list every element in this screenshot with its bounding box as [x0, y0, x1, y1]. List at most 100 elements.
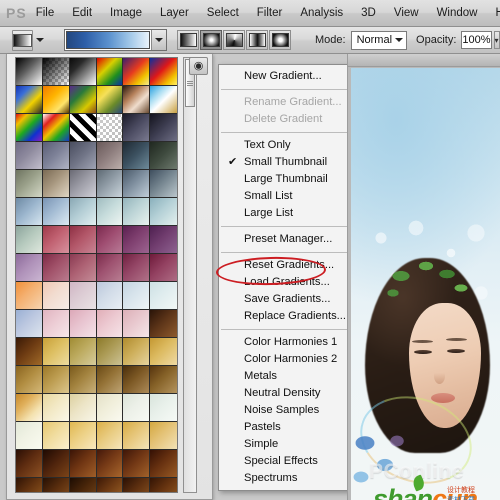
gradient-swatch[interactable]: [150, 478, 177, 492]
gradient-swatch[interactable]: [69, 86, 97, 114]
gradient-swatch[interactable]: [123, 254, 151, 282]
gradient-swatch[interactable]: [42, 366, 70, 394]
gradient-swatch[interactable]: [42, 478, 70, 492]
context-menu-item-small-list[interactable]: Small List: [219, 188, 352, 205]
context-menu-item-color-harmonies-2[interactable]: Color Harmonies 2: [219, 351, 352, 368]
gradient-swatch[interactable]: [16, 198, 43, 226]
gradient-swatch[interactable]: [150, 422, 177, 450]
gradient-swatch[interactable]: [42, 86, 70, 114]
gradient-swatch[interactable]: [123, 310, 151, 338]
gradient-swatch[interactable]: [123, 478, 151, 492]
context-menu-item-large-list[interactable]: Large List: [219, 205, 352, 222]
radial-gradient-button[interactable]: [200, 30, 222, 50]
gradient-swatch[interactable]: [42, 394, 70, 422]
gradient-swatch[interactable]: [123, 86, 151, 114]
menu-item-image[interactable]: Image: [101, 3, 151, 23]
gradient-swatch[interactable]: [69, 142, 97, 170]
gradient-swatch[interactable]: [150, 366, 177, 394]
gradient-preset-picker[interactable]: [64, 29, 167, 51]
gradient-swatch[interactable]: [16, 366, 43, 394]
gradient-swatch[interactable]: [123, 422, 151, 450]
context-menu-item-noise-samples[interactable]: Noise Samples: [219, 402, 352, 419]
gradient-swatch[interactable]: [42, 310, 70, 338]
gradient-swatch[interactable]: [96, 282, 124, 310]
gradient-panel-scrollbar[interactable]: [183, 57, 197, 493]
menu-item-analysis[interactable]: Analysis: [291, 3, 352, 23]
gradient-swatch[interactable]: [42, 254, 70, 282]
gradient-swatch[interactable]: [42, 198, 70, 226]
gradient-swatch[interactable]: [16, 86, 43, 114]
gradient-preview-swatch[interactable]: [66, 31, 150, 49]
opacity-stepper[interactable]: ▾: [493, 31, 500, 49]
tool-preset-dropdown-arrow[interactable]: [36, 31, 44, 50]
gradient-swatch[interactable]: [150, 338, 177, 366]
gradient-swatch[interactable]: [16, 114, 43, 142]
gradient-swatch[interactable]: [16, 338, 43, 366]
gradient-swatch[interactable]: [42, 114, 70, 142]
context-menu-item-metals[interactable]: Metals: [219, 368, 352, 385]
menu-item-filter[interactable]: Filter: [248, 3, 292, 23]
gradient-swatch[interactable]: [150, 282, 177, 310]
reflected-gradient-button[interactable]: [246, 30, 268, 50]
gradient-swatch[interactable]: [123, 58, 151, 86]
gradient-swatch[interactable]: [123, 114, 151, 142]
context-menu-item-new-gradient[interactable]: New Gradient...: [219, 68, 352, 85]
menu-item-3d[interactable]: 3D: [352, 3, 385, 23]
menu-item-view[interactable]: View: [385, 3, 428, 23]
tool-preset-picker[interactable]: [12, 29, 33, 51]
gradient-swatch[interactable]: [69, 478, 97, 492]
gradient-swatch[interactable]: [69, 310, 97, 338]
gradient-swatch[interactable]: [16, 310, 43, 338]
gradient-swatch[interactable]: [123, 282, 151, 310]
gradient-swatch[interactable]: [150, 226, 177, 254]
menu-item-edit[interactable]: Edit: [63, 3, 101, 23]
context-menu-item-neutral-density[interactable]: Neutral Density: [219, 385, 352, 402]
gradient-swatch[interactable]: [16, 170, 43, 198]
gradient-swatch[interactable]: [69, 366, 97, 394]
gradient-swatch[interactable]: [96, 338, 124, 366]
diamond-gradient-button[interactable]: [269, 30, 291, 50]
document-title-bar[interactable]: [348, 54, 500, 67]
gradient-swatch[interactable]: [96, 142, 124, 170]
gradient-swatch[interactable]: [69, 338, 97, 366]
gradient-swatch[interactable]: [16, 478, 43, 492]
gradient-swatch[interactable]: [16, 254, 43, 282]
gradient-swatch[interactable]: [69, 226, 97, 254]
gradient-swatch[interactable]: [96, 450, 124, 478]
gradient-swatch[interactable]: [69, 58, 97, 86]
context-menu-item-replace-gradients[interactable]: Replace Gradients...: [219, 308, 352, 325]
context-menu-item-save-gradients[interactable]: Save Gradients...: [219, 291, 352, 308]
gradient-picker-dropdown-arrow[interactable]: [151, 30, 166, 50]
gradient-swatch[interactable]: [96, 170, 124, 198]
gradient-swatch[interactable]: [42, 422, 70, 450]
gradient-swatch[interactable]: [96, 58, 124, 86]
gradient-swatch[interactable]: [123, 142, 151, 170]
gradient-swatch[interactable]: [42, 338, 70, 366]
gradient-swatch[interactable]: [16, 282, 43, 310]
gradient-swatch[interactable]: [96, 394, 124, 422]
gradient-swatch[interactable]: [150, 86, 177, 114]
linear-gradient-button[interactable]: [177, 30, 199, 50]
gradient-swatch[interactable]: [16, 422, 43, 450]
gradient-swatch[interactable]: [42, 142, 70, 170]
gradient-swatch[interactable]: [16, 142, 43, 170]
menu-item-window[interactable]: Window: [428, 3, 487, 23]
gradient-swatch[interactable]: [150, 198, 177, 226]
gradient-swatch[interactable]: [69, 170, 97, 198]
context-menu-item-load-gradients[interactable]: Load Gradients...: [219, 274, 352, 291]
gradient-swatch[interactable]: [42, 58, 70, 86]
gradient-swatch[interactable]: [123, 198, 151, 226]
gradient-swatch[interactable]: [16, 226, 43, 254]
gradient-swatch[interactable]: [16, 58, 43, 86]
gradient-swatch[interactable]: [150, 254, 177, 282]
menu-item-help[interactable]: Help: [486, 3, 500, 23]
gradient-swatch[interactable]: [150, 394, 177, 422]
gradient-swatch[interactable]: [16, 394, 43, 422]
gradient-swatch[interactable]: [42, 282, 70, 310]
panel-menu-button[interactable]: ◉: [189, 57, 208, 75]
context-menu-item-simple[interactable]: Simple: [219, 436, 352, 453]
gradient-swatch[interactable]: [150, 310, 177, 338]
gradient-swatch[interactable]: [69, 394, 97, 422]
context-menu-item-small-thumbnail[interactable]: ✔ Small Thumbnail: [219, 154, 352, 171]
gradient-swatch[interactable]: [69, 254, 97, 282]
